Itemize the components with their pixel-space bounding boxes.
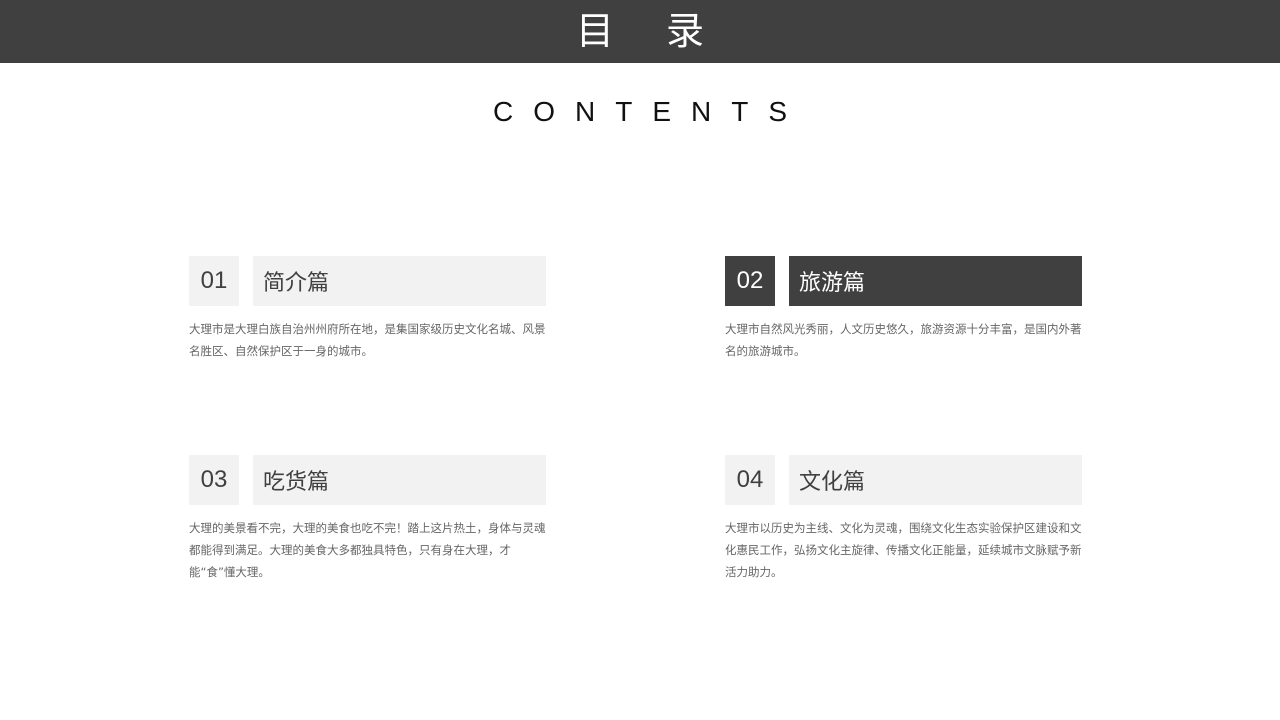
slide: 目 录 CONTENTS 01 简介篇 大理市是大理白族自治州州府所在地，是集国… — [0, 0, 1280, 720]
title-bar: 目 录 — [0, 0, 1280, 63]
section-title: 简介篇 — [253, 256, 546, 306]
section-header: 02 旅游篇 — [725, 256, 1087, 306]
section-description: 大理市是大理白族自治州州府所在地，是集国家级历史文化名城、风景名胜区、自然保护区… — [189, 322, 546, 358]
section-number: 04 — [725, 455, 775, 505]
section-travel[interactable]: 02 旅游篇 大理市自然风光秀丽，人文历史悠久，旅游资源十分丰富，是国内外著名的… — [725, 256, 1087, 362]
section-number: 02 — [725, 256, 775, 306]
section-food[interactable]: 03 吃货篇 大理的美景看不完，大理的美食也吃不完！踏上这片热土，身体与灵魂都能… — [189, 455, 551, 583]
section-title: 旅游篇 — [789, 256, 1082, 306]
section-title: 文化篇 — [789, 455, 1082, 505]
section-description: 大理市自然风光秀丽，人文历史悠久，旅游资源十分丰富，是国内外著名的旅游城市。 — [725, 322, 1082, 358]
page-subtitle: CONTENTS — [493, 96, 807, 127]
section-header: 03 吃货篇 — [189, 455, 551, 505]
section-number: 01 — [189, 256, 239, 306]
page-title: 目 录 — [575, 9, 725, 53]
section-title: 吃货篇 — [253, 455, 546, 505]
section-description: 大理市以历史为主线、文化为灵魂，围绕文化生态实验保护区建设和文化惠民工作，弘扬文… — [725, 521, 1082, 579]
section-intro[interactable]: 01 简介篇 大理市是大理白族自治州州府所在地，是集国家级历史文化名城、风景名胜… — [189, 256, 551, 362]
section-description: 大理的美景看不完，大理的美食也吃不完！踏上这片热土，身体与灵魂都能得到满足。大理… — [189, 521, 546, 579]
section-culture[interactable]: 04 文化篇 大理市以历史为主线、文化为灵魂，围绕文化生态实验保护区建设和文化惠… — [725, 455, 1087, 583]
section-number: 03 — [189, 455, 239, 505]
section-header: 01 简介篇 — [189, 256, 551, 306]
section-header: 04 文化篇 — [725, 455, 1087, 505]
